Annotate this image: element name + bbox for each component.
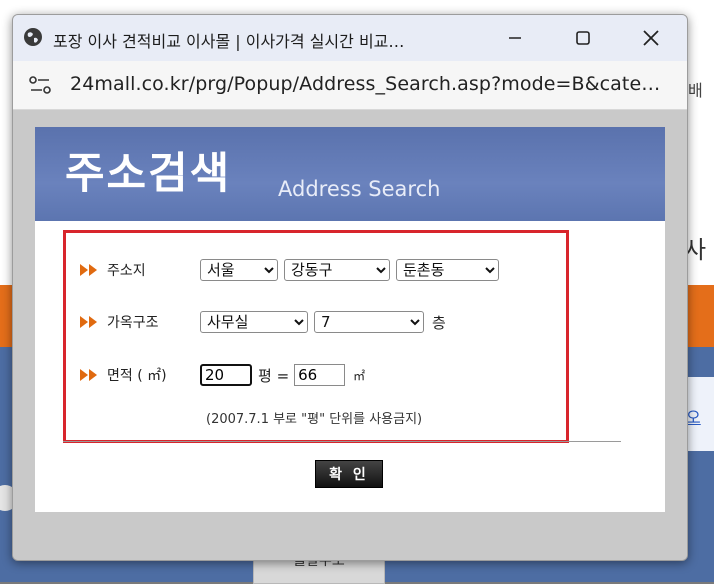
maximize-button[interactable] xyxy=(565,23,601,53)
close-icon xyxy=(643,30,659,46)
area-label: 면적 ( ㎡) xyxy=(107,368,167,384)
pyeong-input[interactable] xyxy=(200,364,252,386)
pyeong-unit: 평 = xyxy=(258,366,290,385)
sqm-input[interactable] xyxy=(294,364,346,386)
window-title: 포장 이사 견적비교 이사몰 | 이사가격 실시간 비교… xyxy=(53,32,405,51)
title-bar: 포장 이사 견적비교 이사몰 | 이사가격 실시간 비교… xyxy=(13,15,687,61)
page-subtitle: Address Search xyxy=(278,177,441,201)
building-row: 가옥구조 사무실 7 층 xyxy=(80,310,446,334)
close-button[interactable] xyxy=(633,23,669,53)
double-arrow-icon xyxy=(80,316,97,328)
background-text-small: 배 xyxy=(688,81,703,100)
minimize-button[interactable] xyxy=(497,23,533,53)
dong-select[interactable]: 둔촌동 xyxy=(396,259,499,281)
header-banner: 주소검색 Address Search xyxy=(35,127,665,221)
floor-unit: 층 xyxy=(432,313,446,332)
background-link[interactable]: 오 xyxy=(686,404,701,428)
floor-select[interactable]: 7 xyxy=(314,311,424,333)
double-arrow-icon xyxy=(80,369,97,381)
url-field[interactable]: 24mall.co.kr/prg/Popup/Address_Search.as… xyxy=(70,73,660,95)
area-row: 면적 ( ㎡) 평 = ㎡ xyxy=(80,363,365,387)
page-title: 주소검색 xyxy=(65,149,232,199)
popup-window: 포장 이사 견적비교 이사몰 | 이사가격 실시간 비교… 24mall.co.… xyxy=(12,14,688,561)
district-select[interactable]: 강동구 xyxy=(284,259,390,281)
unit-notice: (2007.7.1 부로 "평" 단위를 사용금지) xyxy=(206,412,423,427)
minimize-icon xyxy=(509,37,521,39)
double-arrow-icon xyxy=(80,264,97,276)
search-form: 주소지 서울 강동구 둔촌동 가옥구조 사무실 7 층 면적 (㎡) 20 평… xyxy=(63,230,569,443)
popup-content: 주소검색 Address Search 주소지 서울 강동구 둔촌동 가옥구조 … xyxy=(13,110,687,560)
address-bar: 24mall.co.kr/prg/Popup/Address_Search.as… xyxy=(13,61,687,110)
divider xyxy=(63,441,621,442)
building-label: 가옥구조 xyxy=(107,315,159,331)
address-row: 주소지 서울 강동구 둔촌동 xyxy=(80,258,505,282)
sqm-unit: ㎡ xyxy=(353,368,366,383)
site-info-icon[interactable] xyxy=(27,73,53,97)
confirm-button[interactable]: 확 인 xyxy=(315,460,383,488)
building-type-select[interactable]: 사무실 xyxy=(200,311,308,333)
maximize-icon xyxy=(576,31,590,45)
address-search-panel: 주소검색 Address Search 주소지 서울 강동구 둔촌동 가옥구조 … xyxy=(35,127,665,512)
city-select[interactable]: 서울 xyxy=(200,259,278,281)
address-label: 주소지 xyxy=(107,263,146,279)
globe-icon xyxy=(24,28,42,46)
